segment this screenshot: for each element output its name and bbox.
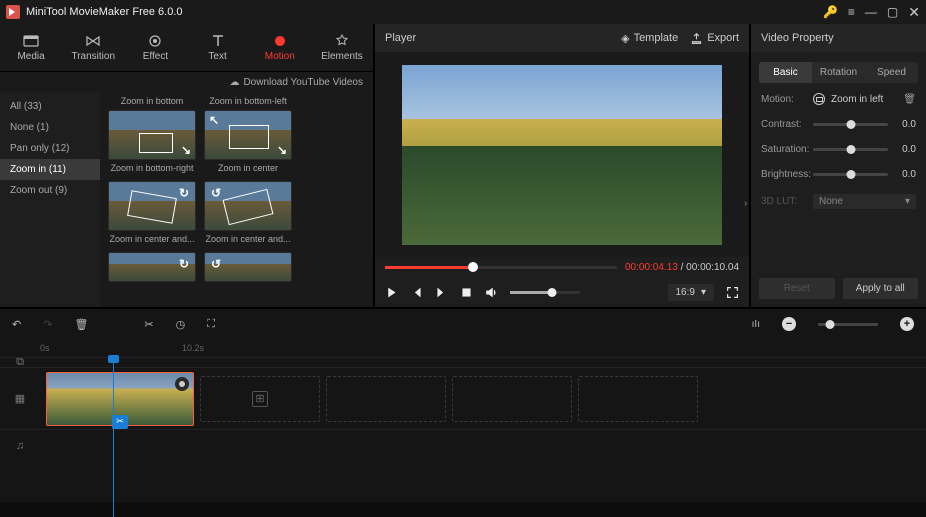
time-display: 00:00:04.13 / 00:00:10.04: [625, 262, 739, 273]
next-button[interactable]: [435, 286, 448, 299]
motion-presets-grid: Zoom in bottom ↘ Zoom in bottom-right Zo…: [100, 92, 373, 307]
key-icon[interactable]: 🔑: [823, 5, 838, 19]
playhead[interactable]: [113, 357, 114, 517]
titlebar: MiniTool MovieMaker Free 6.0.0 🔑 ≡ — ▢ ✕: [0, 0, 926, 24]
cloud-download-icon: ☁: [229, 77, 239, 88]
clip-split-badge-icon[interactable]: ✂: [112, 415, 128, 429]
timeline-ruler[interactable]: 0s 10.2s: [0, 339, 926, 357]
preset-extra-1[interactable]: ↻: [108, 252, 196, 282]
prev-button[interactable]: [410, 286, 423, 299]
tool-text[interactable]: Text: [187, 24, 249, 71]
chevron-down-icon: ▾: [701, 287, 706, 298]
lut-select[interactable]: None▾: [813, 194, 916, 209]
app-title: MiniTool MovieMaker Free 6.0.0: [26, 6, 823, 18]
template-button[interactable]: ◈ Template: [621, 32, 678, 45]
close-icon[interactable]: ✕: [908, 4, 920, 21]
tab-rotation[interactable]: Rotation: [812, 62, 865, 83]
play-button[interactable]: [385, 286, 398, 299]
category-pan-only[interactable]: Pan only (12): [0, 138, 100, 159]
crop-icon[interactable]: ⛶: [207, 318, 215, 331]
category-list: All (33) None (1) Pan only (12) Zoom in …: [0, 92, 100, 307]
preset-zoom-in-center-rotate-1[interactable]: ↻ Zoom in center and...: [108, 181, 196, 244]
player-viewport: [375, 52, 749, 257]
clip-placeholder[interactable]: ⊞: [200, 376, 320, 422]
maximize-icon[interactable]: ▢: [887, 5, 898, 19]
subtitle-track: ⧉: [0, 357, 926, 367]
video-preview: [402, 65, 722, 245]
chevron-down-icon: ▾: [905, 196, 910, 207]
minimize-icon[interactable]: —: [865, 5, 877, 19]
tool-effect[interactable]: Effect: [124, 24, 186, 71]
volume-icon[interactable]: [485, 286, 498, 299]
preset-zoom-in-center-rotate-2[interactable]: ↺ Zoom in center and...: [204, 181, 292, 244]
zoom-out-icon[interactable]: −: [782, 317, 796, 331]
clip-placeholder[interactable]: [578, 376, 698, 422]
props-title: Video Property: [761, 32, 834, 44]
drop-icon: ⊞: [252, 391, 268, 407]
preset-extra-2[interactable]: ↺: [204, 252, 292, 282]
tool-transition[interactable]: Transition: [62, 24, 124, 71]
player-title: Player: [385, 32, 416, 44]
apply-all-button[interactable]: Apply to all: [843, 278, 919, 299]
fullscreen-icon[interactable]: [726, 286, 739, 299]
category-zoom-in[interactable]: Zoom in (11): [0, 159, 100, 180]
category-zoom-out[interactable]: Zoom out (9): [0, 180, 100, 201]
video-track: ▦ ✂ ⇄ ⊞ ⇄ ⇄ ⇄ ⇄: [0, 367, 926, 429]
split-icon[interactable]: ✂: [144, 318, 153, 331]
panel-collapse-icon[interactable]: ›: [744, 198, 747, 209]
preset-zoom-in-bottom-left[interactable]: Zoom in bottom-left ↖↘ Zoom in center: [204, 96, 292, 173]
timeline-panel: ↶ ↷ 🗑 ✂ ◷ ⛶ ıIı − + 0s 10.2s ⧉ ▦ ✂ ⇄: [0, 307, 926, 502]
subtitle-track-icon[interactable]: ⧉: [16, 356, 24, 369]
clip-placeholder[interactable]: [326, 376, 446, 422]
export-button[interactable]: Export: [690, 32, 739, 45]
redo-icon[interactable]: ↷: [43, 318, 52, 331]
category-all[interactable]: All (33): [0, 96, 100, 117]
aspect-ratio-select[interactable]: 16:9 ▾: [668, 284, 715, 301]
template-icon: ◈: [621, 32, 629, 45]
delete-motion-icon[interactable]: 🗑: [903, 94, 916, 105]
video-clip[interactable]: ✂: [46, 372, 194, 426]
download-youtube-link[interactable]: ☁ Download YouTube Videos: [0, 72, 373, 92]
zoom-in-icon[interactable]: +: [900, 317, 914, 331]
app-logo-icon: [6, 5, 20, 19]
volume-slider[interactable]: [510, 291, 580, 294]
clip-motion-badge-icon: [175, 377, 189, 391]
audio-track: ♫: [0, 429, 926, 461]
video-track-icon[interactable]: ▦: [15, 392, 25, 405]
audio-track-icon[interactable]: ♫: [16, 440, 24, 452]
tab-basic[interactable]: Basic: [759, 62, 812, 83]
clip-placeholder[interactable]: [452, 376, 572, 422]
category-none[interactable]: None (1): [0, 117, 100, 138]
delete-icon[interactable]: 🗑: [74, 318, 88, 331]
contrast-slider[interactable]: [813, 123, 888, 126]
timeline-audio-icon[interactable]: ıIı: [752, 319, 760, 330]
menu-icon[interactable]: ≡: [848, 5, 855, 19]
tool-elements[interactable]: Elements: [311, 24, 373, 71]
zoom-slider[interactable]: [818, 323, 878, 326]
props-tabs: Basic Rotation Speed: [759, 62, 918, 83]
tab-speed[interactable]: Speed: [865, 62, 918, 83]
reset-button[interactable]: Reset: [759, 278, 835, 299]
stop-button[interactable]: [460, 286, 473, 299]
speed-icon[interactable]: ◷: [176, 318, 186, 331]
export-icon: [690, 32, 703, 45]
video-property-panel: Video Property Basic Rotation Speed › Mo…: [751, 24, 926, 307]
tool-motion[interactable]: Motion: [249, 24, 311, 71]
motion-preview-icon: [813, 93, 825, 105]
main-toolbar: Media Transition Effect Text Motion Elem…: [0, 24, 373, 72]
scrub-bar[interactable]: [385, 266, 617, 269]
brightness-slider[interactable]: [813, 173, 888, 176]
preset-zoom-in-bottom[interactable]: Zoom in bottom ↘ Zoom in bottom-right: [108, 96, 196, 173]
tool-media[interactable]: Media: [0, 24, 62, 71]
undo-icon[interactable]: ↶: [12, 318, 21, 331]
saturation-slider[interactable]: [813, 148, 888, 151]
player-panel: Player ◈ Template Export 00:00:04.13 / 0…: [373, 24, 751, 307]
motion-value: Zoom in left: [831, 94, 897, 105]
